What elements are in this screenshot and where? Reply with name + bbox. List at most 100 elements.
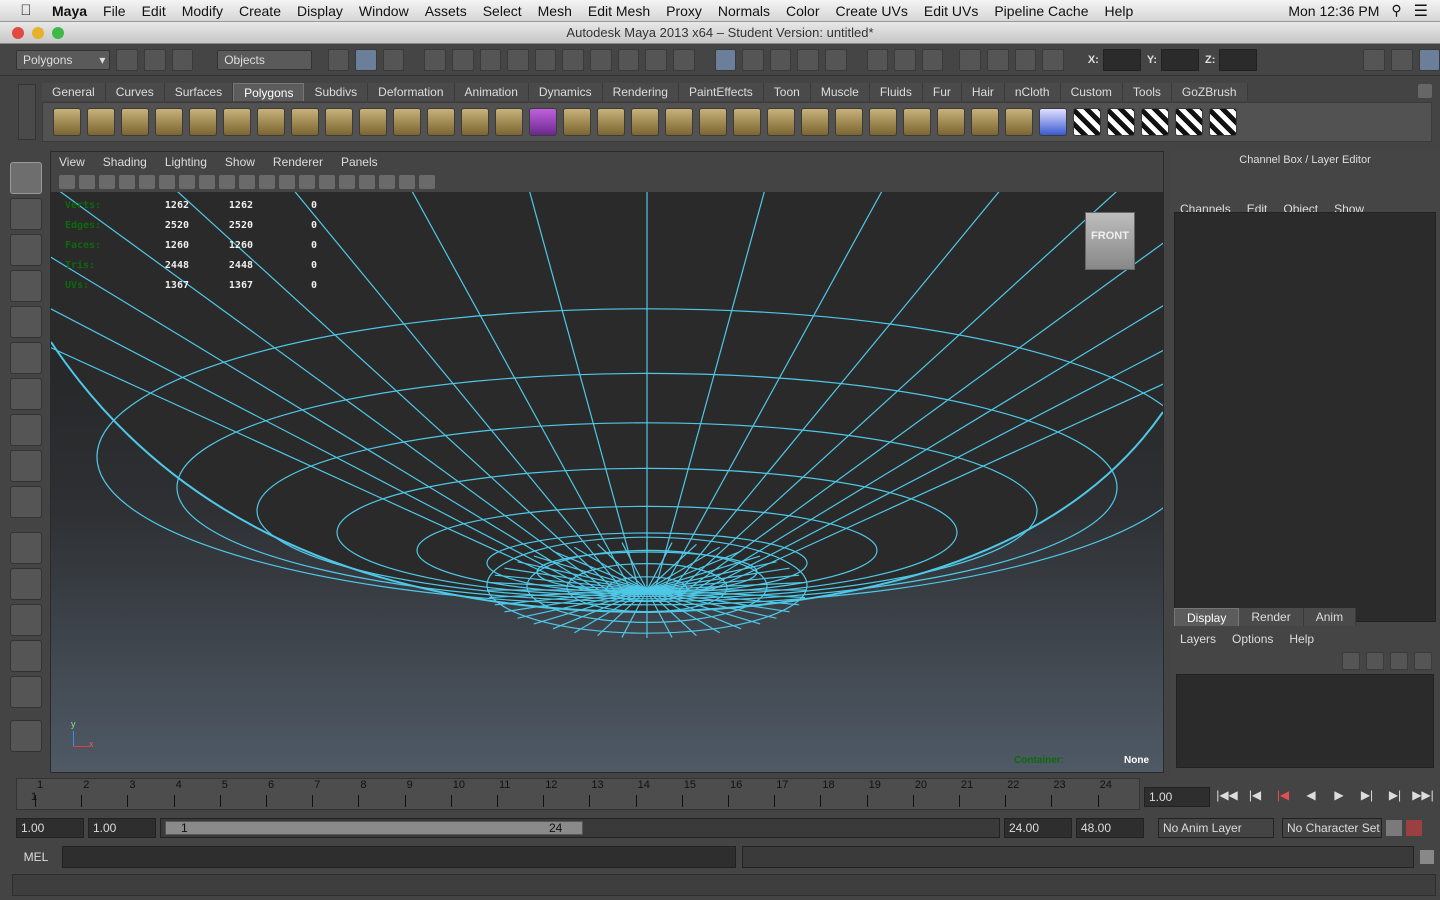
render-current-frame-icon[interactable] xyxy=(986,48,1009,71)
close-window-button[interactable] xyxy=(12,27,24,39)
shelf-tab-gozbrush[interactable]: GoZBrush xyxy=(1171,83,1248,101)
list-menu-icon[interactable]: ☰ xyxy=(1414,1,1428,21)
select-dynamics-icon[interactable] xyxy=(562,48,585,71)
bevel-icon[interactable] xyxy=(767,108,795,136)
uv-spherical-icon[interactable] xyxy=(1141,108,1169,136)
shelf-tab-tools[interactable]: Tools xyxy=(1122,83,1172,101)
shelf-tab-rendering[interactable]: Rendering xyxy=(602,83,679,101)
new-scene-icon[interactable] xyxy=(116,48,138,71)
make-live-icon[interactable] xyxy=(824,48,847,71)
go-to-start-icon[interactable]: |◀◀ xyxy=(1216,788,1238,806)
poly-sphere-icon[interactable] xyxy=(53,108,81,136)
step-back-frame-icon[interactable]: |◀ xyxy=(1272,788,1294,806)
character-set-dropdown[interactable]: No Character Set xyxy=(1282,818,1382,838)
offset-edge-loop-icon[interactable] xyxy=(733,108,761,136)
shelf-tab-toon[interactable]: Toon xyxy=(763,83,811,101)
output-ops-icon[interactable] xyxy=(894,48,916,71)
xray-icon[interactable] xyxy=(279,175,295,189)
highlight-selection-icon[interactable] xyxy=(672,48,695,71)
separate-icon[interactable] xyxy=(359,108,387,136)
render-view-icon[interactable] xyxy=(959,48,981,71)
film-gate-icon[interactable] xyxy=(179,175,195,189)
new-layer-from-selection-icon[interactable] xyxy=(1366,652,1384,670)
select-curves-icon[interactable] xyxy=(479,48,502,71)
menu-edit-mesh[interactable]: Edit Mesh xyxy=(580,3,658,19)
menu-edit[interactable]: Edit xyxy=(134,3,174,19)
single-pane-layout-icon[interactable] xyxy=(10,532,42,564)
xray-active-icon[interactable] xyxy=(399,175,415,189)
menu-proxy[interactable]: Proxy xyxy=(658,3,710,19)
snap-point-icon[interactable] xyxy=(769,48,792,71)
save-scene-icon[interactable] xyxy=(171,48,194,71)
shelf-menu-icon[interactable] xyxy=(18,84,36,140)
rotate-tool-icon[interactable] xyxy=(10,306,42,338)
menu-help[interactable]: Help xyxy=(1097,3,1142,19)
menu-color[interactable]: Color xyxy=(778,3,827,19)
scale-tool-icon[interactable] xyxy=(10,342,42,374)
manipulator-tool-icon[interactable] xyxy=(10,378,42,410)
channel-box-list[interactable] xyxy=(1174,212,1436,622)
shelf-tab-curves[interactable]: Curves xyxy=(105,83,165,101)
menuset-dropdown[interactable]: Polygons ▾ xyxy=(16,49,111,70)
viewport-menu-panels[interactable]: Panels xyxy=(341,155,378,169)
playback-start-field[interactable]: 1.00 xyxy=(88,818,156,838)
shelf-tab-deformation[interactable]: Deformation xyxy=(368,83,455,101)
average-vertices-icon[interactable] xyxy=(495,108,523,136)
uv-planar-icon[interactable] xyxy=(1073,108,1101,136)
layer-tab-render[interactable]: Render xyxy=(1239,608,1304,626)
shadows-icon[interactable] xyxy=(339,175,355,189)
lasso-tool-icon[interactable] xyxy=(10,198,42,230)
uv-cylindrical-icon[interactable] xyxy=(1107,108,1135,136)
render-settings-icon[interactable] xyxy=(1042,48,1064,71)
shelf-tab-fluids[interactable]: Fluids xyxy=(869,83,923,101)
script-editor-icon[interactable] xyxy=(1420,850,1434,864)
merge-vertices-icon[interactable] xyxy=(801,108,829,136)
step-forward-frame-icon[interactable]: ▶| xyxy=(1356,788,1378,806)
outliner-layout-icon[interactable] xyxy=(10,604,42,636)
menu-create[interactable]: Create xyxy=(231,3,289,19)
collapse-icon[interactable] xyxy=(937,108,965,136)
xray-joints-icon[interactable] xyxy=(379,175,395,189)
lock-selection-icon[interactable] xyxy=(645,48,667,71)
uv-automatic-icon[interactable] xyxy=(1175,108,1203,136)
play-forward-icon[interactable]: ▶ xyxy=(1328,788,1350,806)
poly-soccer-ball-icon[interactable] xyxy=(325,108,353,136)
viewport-menu-renderer[interactable]: Renderer xyxy=(273,155,323,169)
view-cube[interactable]: FRONT xyxy=(1085,212,1135,270)
playback-end-field[interactable]: 24.00 xyxy=(1004,818,1072,838)
new-layer-icon[interactable] xyxy=(1342,652,1360,670)
grease-pencil-icon[interactable] xyxy=(139,175,155,189)
snap-view-plane-icon[interactable] xyxy=(797,48,819,71)
viewport-menu-lighting[interactable]: Lighting xyxy=(165,155,207,169)
poke-icon[interactable] xyxy=(971,108,999,136)
viewport-menu-show[interactable]: Show xyxy=(225,155,255,169)
poly-pyramid-icon[interactable] xyxy=(257,108,285,136)
smooth-shade-icon[interactable] xyxy=(239,175,255,189)
select-joints-icon[interactable] xyxy=(452,48,474,71)
range-slider[interactable]: 1 24 xyxy=(160,818,1000,838)
shelf-tab-ncloth[interactable]: nCloth xyxy=(1004,83,1061,101)
poly-plane-icon[interactable] xyxy=(189,108,217,136)
uv-editor-icon[interactable] xyxy=(1209,108,1237,136)
select-tool-icon[interactable] xyxy=(10,162,42,194)
camera-attributes-icon[interactable] xyxy=(59,175,75,189)
paint-select-tool-icon[interactable] xyxy=(10,234,42,266)
attribute-editor-toggle-icon[interactable] xyxy=(1363,48,1385,71)
select-object-icon[interactable] xyxy=(355,48,377,71)
start-time-field[interactable]: 1.00 xyxy=(16,818,84,838)
snap-curve-icon[interactable] xyxy=(742,48,764,71)
layer-tab-anim[interactable]: Anim xyxy=(1303,608,1357,626)
channel-box-toggle-icon[interactable] xyxy=(1418,48,1440,71)
combine-icon[interactable] xyxy=(393,108,421,136)
shelf-tab-polygons[interactable]: Polygons xyxy=(233,83,305,101)
spotlight-search-icon[interactable]: ⚲ xyxy=(1391,2,1401,19)
poly-cube-icon[interactable] xyxy=(87,108,115,136)
shelf-tab-subdivs[interactable]: Subdivs xyxy=(304,83,369,101)
shelf-tab-hair[interactable]: Hair xyxy=(961,83,1005,101)
insert-edge-loop-icon[interactable] xyxy=(699,108,727,136)
menu-file[interactable]: File xyxy=(95,3,134,19)
y-input[interactable] xyxy=(1161,48,1199,71)
selection-mode-dropdown[interactable]: Objects xyxy=(217,49,312,70)
layer-editor-menu-layers[interactable]: Layers xyxy=(1180,632,1216,646)
ipr-render-icon[interactable] xyxy=(1014,48,1037,71)
